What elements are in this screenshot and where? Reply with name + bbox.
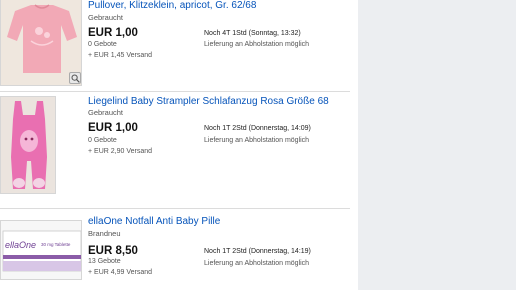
item-title-link[interactable]: ellaOne Notfall Anti Baby Pille xyxy=(88,216,220,227)
divider xyxy=(0,91,350,92)
item-shipping: + EUR 2,90 Versand xyxy=(88,148,153,155)
item-title-link[interactable]: Pullover, Klitzeklein, apricot, Gr. 62/6… xyxy=(88,0,256,11)
item-title-link[interactable]: Liegelind Baby Strampler Schlafanzug Ros… xyxy=(88,96,329,107)
item-price: EUR 1,00 xyxy=(88,122,138,134)
item-pickup-option: Lieferung an Abholstation möglich xyxy=(204,41,310,48)
item-time-left: Noch 1T 2Std (Donnerstag, 14:19) xyxy=(204,248,311,255)
item-pickup-option: Lieferung an Abholstation möglich xyxy=(204,137,310,144)
item-thumbnail[interactable]: ellaOne 30 mg Tablette xyxy=(0,220,82,280)
item-thumbnail[interactable] xyxy=(0,96,56,194)
item-condition: Brandneu xyxy=(88,229,121,238)
item-shipping: + EUR 4,99 Versand xyxy=(88,269,153,276)
ellaone-logo: ellaOne xyxy=(5,240,37,250)
item-bids: 13 Gebote xyxy=(88,258,121,265)
ellaone-box-image xyxy=(1,221,81,279)
list-item: ellaOne 30 mg Tablette ellaOne Notfall A… xyxy=(0,216,350,290)
item-bids: 0 Gebote xyxy=(88,41,117,48)
item-pickup-option: Lieferung an Abholstation möglich xyxy=(204,260,310,267)
divider xyxy=(0,208,350,209)
list-item: Pullover, Klitzeklein, apricot, Gr. 62/6… xyxy=(0,0,350,92)
item-time-left: Noch 1T 2Std (Donnerstag, 14:09) xyxy=(204,125,311,132)
item-price: EUR 1,00 xyxy=(88,27,138,39)
list-item: Liegelind Baby Strampler Schlafanzug Ros… xyxy=(0,96,350,198)
ellaone-dose-label: 30 mg Tablette xyxy=(41,242,71,247)
item-shipping: + EUR 1,45 Versand xyxy=(88,52,153,59)
right-sidebar-panel xyxy=(358,0,516,290)
search-results-list: Pullover, Klitzeklein, apricot, Gr. 62/6… xyxy=(0,0,350,290)
item-condition: Gebraucht xyxy=(88,108,124,117)
item-price: EUR 8,50 xyxy=(88,245,138,257)
romper-image xyxy=(1,97,55,193)
item-bids: 0 Gebote xyxy=(88,137,117,144)
zoom-icon[interactable] xyxy=(69,72,81,84)
item-time-left: Noch 4T 1Std (Sonntag, 13:32) xyxy=(204,30,301,37)
item-condition: Gebraucht xyxy=(88,13,124,22)
